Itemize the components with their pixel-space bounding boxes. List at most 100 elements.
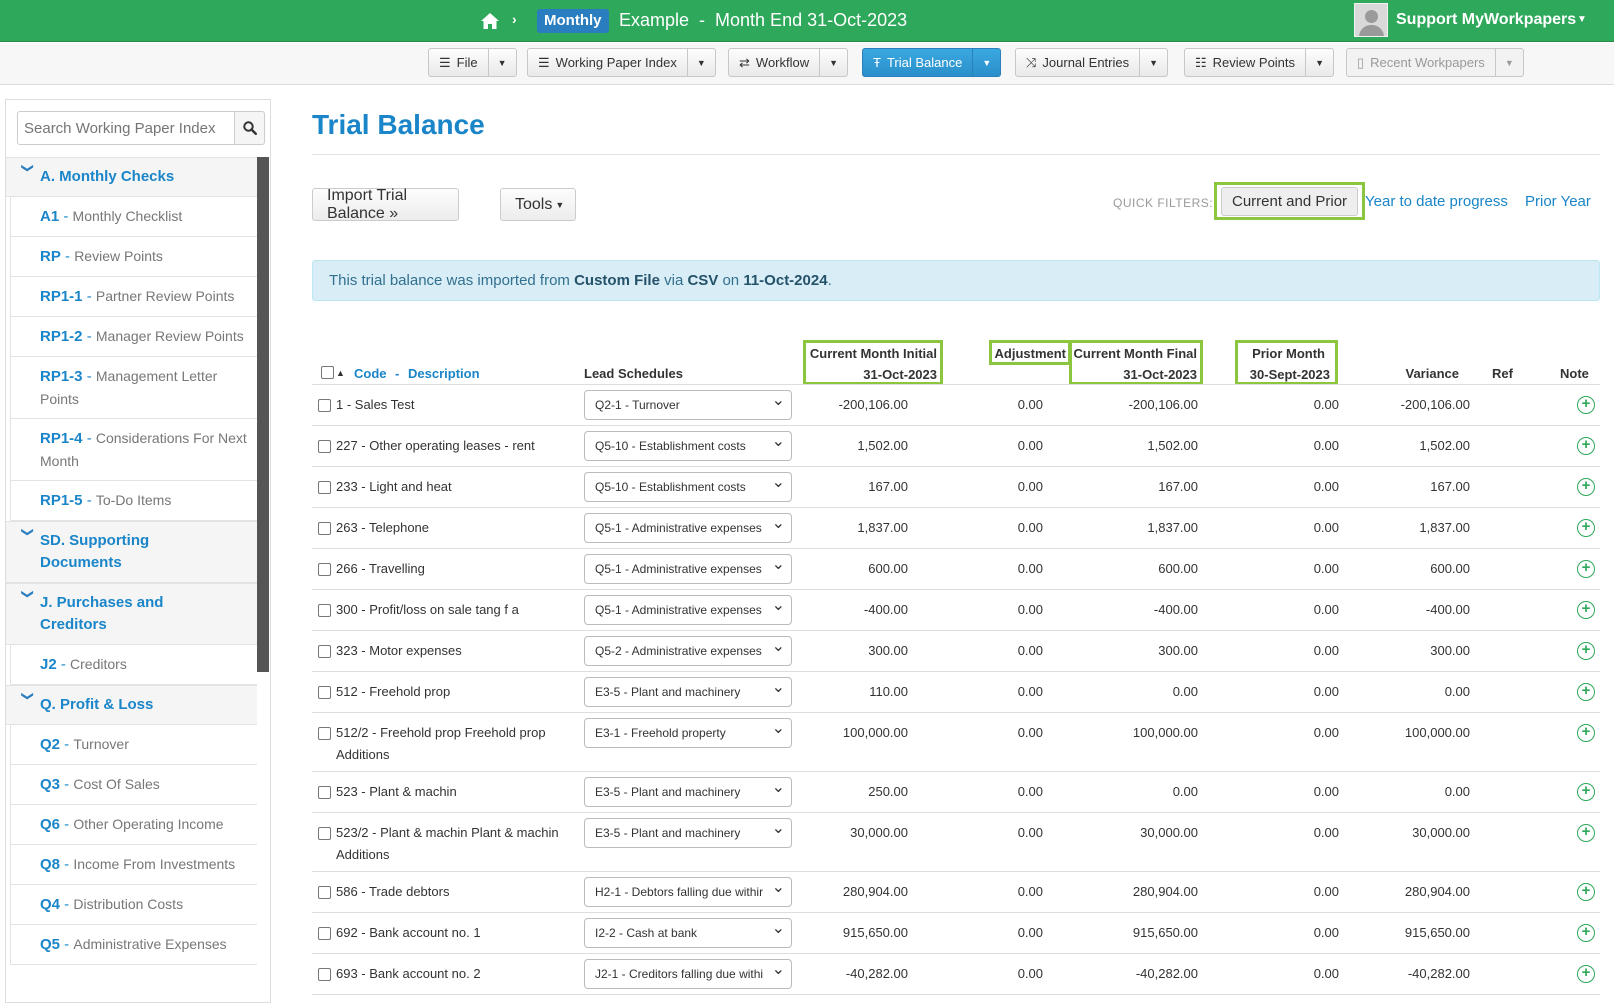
- add-note-icon[interactable]: +: [1577, 924, 1595, 942]
- lead-schedule-select[interactable]: E3-5 - Plant and machinery ⌄: [584, 818, 792, 848]
- sidebar-item[interactable]: Q3 - Cost Of Sales: [10, 765, 257, 805]
- add-note-icon[interactable]: +: [1577, 883, 1595, 901]
- lead-schedule-select[interactable]: Q5-1 - Administrative expenses ⌄: [584, 595, 792, 625]
- sidebar-item[interactable]: RP1-3 - Management Letter Points: [10, 357, 257, 419]
- prior-amount: 0.00: [1313, 825, 1339, 840]
- description-column-header[interactable]: Description: [408, 363, 480, 384]
- sidebar-scrollbar[interactable]: [257, 157, 269, 672]
- sidebar-item[interactable]: A1 - Monthly Checklist: [10, 197, 257, 237]
- engagement-title[interactable]: Example - Month End 31-Oct-2023: [619, 10, 907, 31]
- sidebar-item[interactable]: RP - Review Points: [10, 237, 257, 277]
- sidebar-section[interactable]: ❯ Q. Profit & Loss: [6, 685, 257, 725]
- prior-amount: 0.00: [1313, 725, 1339, 740]
- lead-schedule-select[interactable]: Q5-1 - Administrative expenses ⌄: [584, 554, 792, 584]
- lead-schedule-select[interactable]: I2-2 - Cash at bank ⌄: [584, 918, 792, 948]
- select-all-checkbox[interactable]: [321, 366, 334, 379]
- trial-balance-dropdown-toggle[interactable]: ▼: [973, 48, 1002, 77]
- sort-asc-icon[interactable]: ▲: [336, 363, 345, 384]
- sidebar-section[interactable]: ❯ J. Purchases and Creditors: [6, 583, 257, 645]
- add-note-icon[interactable]: +: [1577, 724, 1595, 742]
- row-checkbox[interactable]: [318, 786, 331, 799]
- trial-balance-button[interactable]: Ŧ Trial Balance: [862, 48, 974, 77]
- lead-schedule-select[interactable]: Q5-10 - Establishment costs ⌄: [584, 472, 792, 502]
- sidebar-item[interactable]: RP1-4 - Considerations For Next Month: [10, 419, 257, 481]
- row-checkbox[interactable]: [318, 968, 331, 981]
- add-note-icon[interactable]: +: [1577, 783, 1595, 801]
- journal-entries-button[interactable]: ⤨ Journal Entries: [1015, 48, 1141, 77]
- sidebar-item-label: To-Do Items: [95, 492, 172, 508]
- lead-schedule-select[interactable]: E3-5 - Plant and machinery ⌄: [584, 677, 792, 707]
- lead-schedule-select[interactable]: Q5-1 - Administrative expenses ⌄: [584, 513, 792, 543]
- file-button[interactable]: ☰ File: [428, 48, 489, 77]
- workflow-dropdown-toggle[interactable]: ▼: [820, 48, 849, 77]
- row-checkbox[interactable]: [318, 886, 331, 899]
- row-checkbox[interactable]: [318, 727, 331, 740]
- sidebar-item[interactable]: RP1-5 - To-Do Items: [10, 481, 257, 521]
- quick-filter-year-to-date[interactable]: Year to date progress: [1365, 193, 1508, 210]
- code-column-header[interactable]: Code: [354, 363, 387, 384]
- sidebar-section[interactable]: ❯ SD. Supporting Documents: [6, 521, 257, 583]
- workflow-button[interactable]: ⇄ Workflow: [728, 48, 821, 77]
- row-checkbox[interactable]: [318, 399, 331, 412]
- journal-entries-dropdown-toggle[interactable]: ▼: [1140, 48, 1169, 77]
- add-note-icon[interactable]: +: [1577, 396, 1595, 414]
- import-trial-balance-button[interactable]: Import Trial Balance »: [312, 187, 459, 222]
- recent-workpapers-dropdown-toggle[interactable]: ▼: [1495, 48, 1524, 77]
- lead-schedule-select[interactable]: Q5-2 - Administrative expenses ⌄: [584, 636, 792, 666]
- sidebar-item[interactable]: RP1-2 - Manager Review Points: [10, 317, 257, 357]
- sidebar-item[interactable]: RP1-1 - Partner Review Points: [10, 277, 257, 317]
- sidebar-item[interactable]: Q5 - Administrative Expenses: [10, 925, 257, 965]
- lead-schedule-select[interactable]: Q5-10 - Establishment costs ⌄: [584, 431, 792, 461]
- row-checkbox[interactable]: [318, 686, 331, 699]
- caret-down-icon[interactable]: ▼: [1577, 14, 1587, 25]
- sidebar-section[interactable]: ❯ A. Monthly Checks: [6, 157, 257, 197]
- search-button[interactable]: [235, 111, 265, 145]
- chevron-down-icon[interactable]: ❯: [21, 163, 37, 185]
- add-note-icon[interactable]: +: [1577, 478, 1595, 496]
- avatar[interactable]: [1354, 3, 1388, 37]
- add-note-icon[interactable]: +: [1577, 560, 1595, 578]
- row-checkbox[interactable]: [318, 440, 331, 453]
- add-note-icon[interactable]: +: [1577, 683, 1595, 701]
- chevron-down-icon[interactable]: ❯: [21, 589, 37, 611]
- lead-schedule-select[interactable]: E3-1 - Freehold property ⌄: [584, 718, 792, 748]
- user-menu[interactable]: Support MyWorkpapers: [1396, 11, 1576, 29]
- add-note-icon[interactable]: +: [1577, 642, 1595, 660]
- working-paper-index-dropdown-toggle[interactable]: ▼: [687, 48, 716, 77]
- review-points-button[interactable]: ☷ Review Points: [1184, 48, 1307, 77]
- quick-filter-prior-year[interactable]: Prior Year: [1525, 193, 1591, 210]
- sidebar-item[interactable]: J2 - Creditors: [10, 645, 257, 685]
- sidebar-item[interactable]: Q6 - Other Operating Income: [10, 805, 257, 845]
- add-note-icon[interactable]: +: [1577, 824, 1595, 842]
- chevron-down-icon[interactable]: ❯: [21, 527, 37, 549]
- row-checkbox[interactable]: [318, 522, 331, 535]
- add-note-icon[interactable]: +: [1577, 437, 1595, 455]
- tools-button[interactable]: Tools ▼: [500, 188, 576, 221]
- row-checkbox[interactable]: [318, 645, 331, 658]
- lead-schedule-select[interactable]: J2-1 - Creditors falling due withi ⌄: [584, 959, 792, 989]
- sidebar-item[interactable]: Q4 - Distribution Costs: [10, 885, 257, 925]
- add-note-icon[interactable]: +: [1577, 519, 1595, 537]
- chevron-down-icon: ⌄: [771, 474, 785, 491]
- working-paper-index-button[interactable]: ☰ Working Paper Index: [527, 48, 688, 77]
- review-points-dropdown-toggle[interactable]: ▼: [1306, 48, 1335, 77]
- row-checkbox[interactable]: [318, 563, 331, 576]
- row-checkbox[interactable]: [318, 927, 331, 940]
- home-icon[interactable]: [480, 11, 500, 31]
- sidebar-item[interactable]: Q8 - Income From Investments: [10, 845, 257, 885]
- add-note-icon[interactable]: +: [1577, 965, 1595, 983]
- search-input[interactable]: [17, 111, 235, 145]
- add-note-icon[interactable]: +: [1577, 601, 1595, 619]
- quick-filter-current-and-prior[interactable]: Current and Prior: [1214, 182, 1366, 220]
- row-checkbox[interactable]: [318, 827, 331, 840]
- file-dropdown-toggle[interactable]: ▼: [488, 48, 517, 77]
- lead-schedule-select[interactable]: H2-1 - Debtors falling due withir ⌄: [584, 877, 792, 907]
- row-checkbox[interactable]: [318, 604, 331, 617]
- chevron-down-icon[interactable]: ❯: [21, 691, 37, 713]
- period-badge[interactable]: Monthly: [537, 9, 609, 33]
- lead-schedule-select[interactable]: E3-5 - Plant and machinery ⌄: [584, 777, 792, 807]
- lead-schedule-select[interactable]: Q2-1 - Turnover ⌄: [584, 390, 792, 420]
- row-checkbox[interactable]: [318, 481, 331, 494]
- sidebar-item[interactable]: Q2 - Turnover: [10, 725, 257, 765]
- recent-workpapers-button[interactable]: ▯ Recent Workpapers: [1346, 48, 1496, 77]
